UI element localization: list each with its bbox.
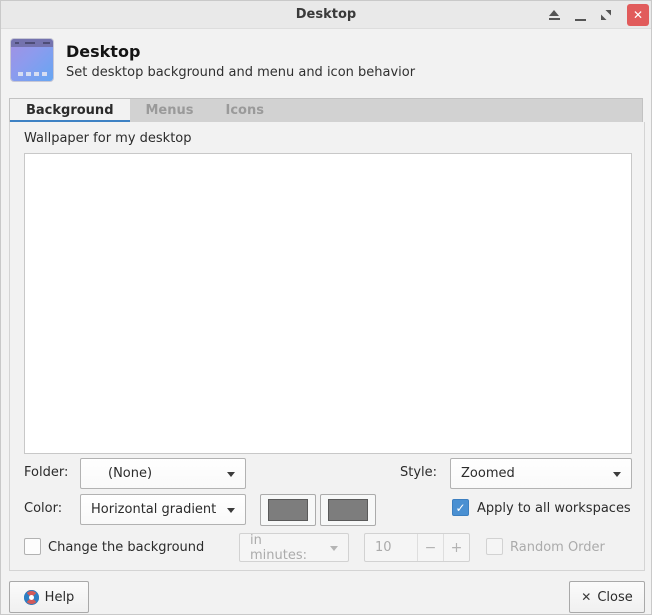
- shade-icon[interactable]: [547, 7, 561, 23]
- spinner-decrement-button: −: [417, 534, 443, 561]
- folder-dropdown[interactable]: (None): [80, 458, 246, 489]
- color-swatch-2: [328, 499, 368, 521]
- desktop-app-icon: [11, 39, 53, 81]
- color-mode-dropdown-value: Horizontal gradient: [91, 502, 217, 517]
- random-order-checkbox: [486, 538, 503, 555]
- interval-spinner: 10 − +: [364, 533, 470, 562]
- close-window-button[interactable]: ✕: [627, 4, 649, 26]
- tab-background[interactable]: Background: [10, 99, 130, 123]
- style-dropdown[interactable]: Zoomed: [450, 458, 632, 489]
- page-subtitle: Set desktop background and menu and icon…: [66, 65, 416, 80]
- titlebar: Desktop ✕: [1, 1, 651, 29]
- window-controls: ✕: [547, 1, 649, 29]
- change-background-checkbox[interactable]: [24, 538, 41, 555]
- interval-unit-value: in minutes:: [250, 532, 308, 563]
- minimize-icon-bar: [574, 18, 586, 21]
- tab-icons[interactable]: Icons: [210, 99, 280, 122]
- wallpaper-list-label: Wallpaper for my desktop: [24, 131, 192, 146]
- style-dropdown-value: Zoomed: [461, 466, 515, 481]
- spinner-increment-button: +: [443, 534, 469, 561]
- interval-spinner-value: 10: [375, 540, 392, 555]
- app-icon-titlebar: [11, 39, 53, 47]
- close-x-icon: ✕: [581, 590, 592, 604]
- random-order-label: Random Order: [510, 540, 605, 555]
- background-tab-panel: Wallpaper for my desktop Folder: (None) …: [9, 122, 645, 571]
- app-icon-taskbar-dots: [18, 72, 47, 76]
- change-background-label[interactable]: Change the background: [48, 540, 204, 555]
- close-button-label: Close: [597, 589, 633, 605]
- color-swatch-button-1[interactable]: [260, 494, 316, 526]
- shade-icon-triangle: [549, 10, 559, 16]
- folder-dropdown-value: (None): [108, 466, 153, 481]
- restore-icon-glyph: [601, 10, 611, 20]
- minimize-icon[interactable]: [573, 7, 587, 23]
- chevron-down-icon: [227, 507, 235, 513]
- apply-all-workspaces-checkbox[interactable]: ✓: [452, 499, 469, 516]
- page-title: Desktop: [66, 42, 141, 61]
- interval-unit-dropdown: in minutes:: [239, 532, 349, 563]
- help-lifebuoy-icon: [23, 589, 39, 605]
- help-button[interactable]: Help: [9, 581, 89, 613]
- help-button-label: Help: [44, 589, 75, 605]
- shade-icon-bar: [548, 18, 560, 20]
- chevron-down-icon: [227, 471, 235, 477]
- tab-menus[interactable]: Menus: [130, 99, 210, 122]
- wallpaper-list[interactable]: [24, 153, 632, 454]
- apply-all-workspaces-label[interactable]: Apply to all workspaces: [477, 501, 631, 516]
- style-label: Style:: [400, 465, 438, 480]
- color-swatch-button-2[interactable]: [320, 494, 376, 526]
- color-swatch-1: [268, 499, 308, 521]
- chevron-down-icon: [613, 471, 621, 477]
- chevron-down-icon: [330, 545, 338, 551]
- folder-label: Folder:: [24, 465, 69, 480]
- tab-bar: Background Menus Icons: [9, 98, 643, 123]
- restore-icon[interactable]: [599, 7, 613, 23]
- color-label: Color:: [24, 501, 63, 516]
- close-button[interactable]: ✕ Close: [569, 581, 645, 613]
- color-mode-dropdown[interactable]: Horizontal gradient: [80, 494, 246, 525]
- desktop-preferences-window: Desktop ✕ Desktop Set desktop background…: [0, 0, 652, 615]
